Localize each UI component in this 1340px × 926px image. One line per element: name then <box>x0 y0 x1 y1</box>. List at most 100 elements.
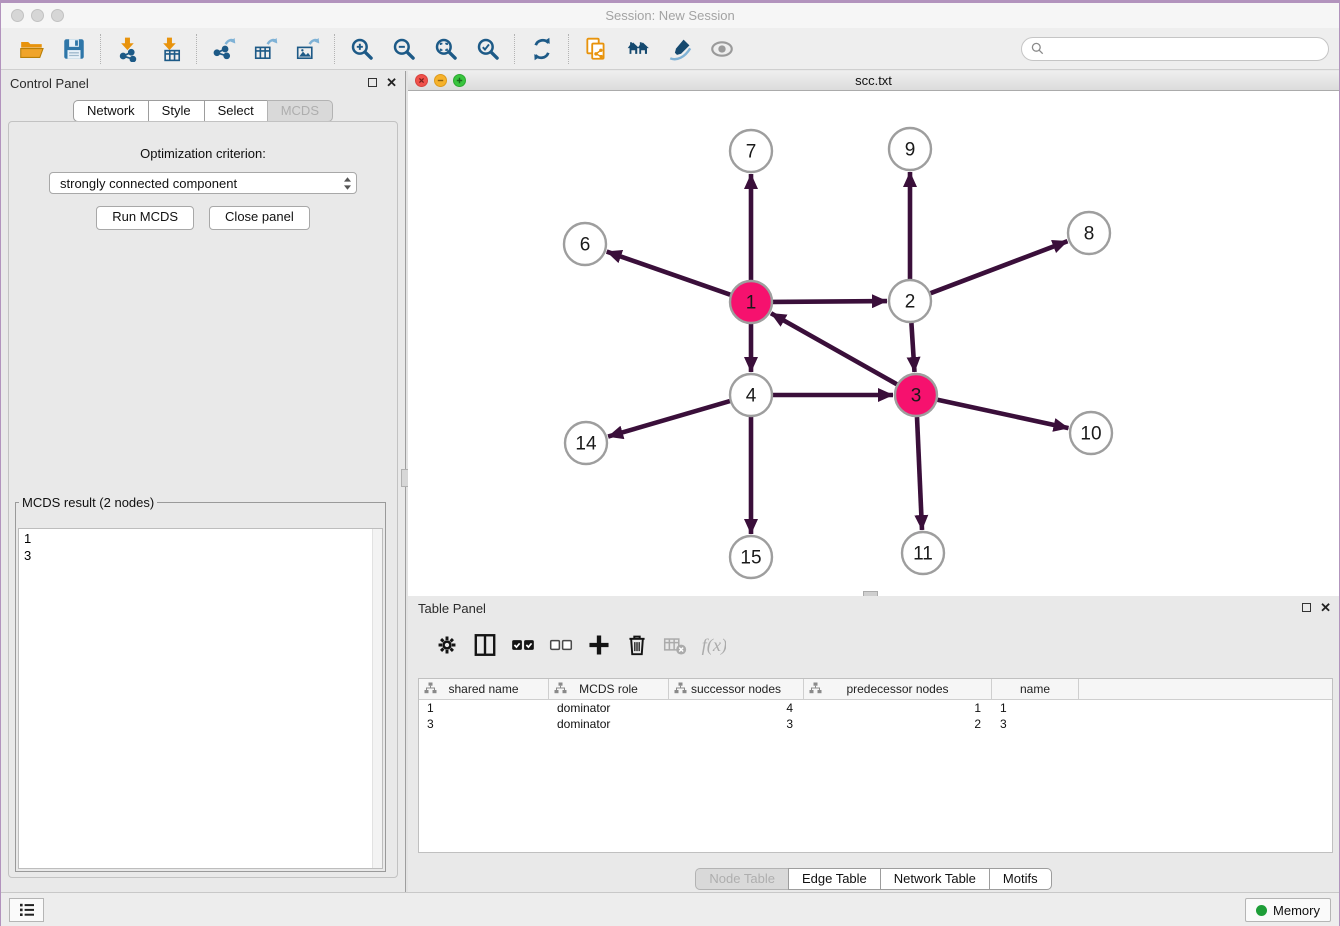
status-bar: Memory <box>1 892 1339 926</box>
edge-1-2[interactable] <box>773 301 887 302</box>
edge-3-10[interactable] <box>938 400 1069 428</box>
select-all-columns-button[interactable] <box>504 632 542 658</box>
network-window-titlebar[interactable]: scc.txt <box>408 71 1339 91</box>
cell-predecessor-nodes: 2 <box>804 716 992 732</box>
tab-edge-table[interactable]: Edge Table <box>788 868 880 890</box>
node-label-15: 15 <box>740 548 761 569</box>
tab-network[interactable]: Network <box>73 100 148 122</box>
paint-style-button[interactable] <box>659 32 701 66</box>
window-titlebar: Session: New Session <box>1 3 1339 29</box>
cell-successor-nodes: 4 <box>669 700 804 716</box>
export-table-icon <box>253 36 279 62</box>
tab-style[interactable]: Style <box>148 100 204 122</box>
unselect-all-columns-button[interactable] <box>542 632 580 658</box>
column-header-mcds-role[interactable]: MCDS role <box>549 679 669 699</box>
export-network-button[interactable] <box>203 32 245 66</box>
show-networks-button[interactable] <box>617 32 659 66</box>
tab-node-table[interactable]: Node Table <box>695 868 788 890</box>
select-all-columns-icon <box>510 632 536 658</box>
table-row[interactable]: 3dominator323 <box>419 716 1332 732</box>
mcds-result-title: MCDS result (2 nodes) <box>19 495 157 510</box>
node-label-9: 9 <box>905 140 916 161</box>
node-label-14: 14 <box>575 434 597 455</box>
export-image-icon <box>295 36 321 62</box>
node-label-10: 10 <box>1080 424 1101 445</box>
table-row[interactable]: 1dominator411 <box>419 700 1332 716</box>
column-header-successor-nodes[interactable]: successor nodes <box>669 679 804 699</box>
delete-columns-button[interactable] <box>618 632 656 658</box>
mcds-result-line: 3 <box>24 547 382 564</box>
optimization-criterion-select[interactable]: strongly connected component <box>49 172 357 194</box>
mcds-result-list[interactable]: 13 <box>18 528 383 869</box>
node-label-7: 7 <box>746 142 757 163</box>
zoom-fit-button[interactable] <box>425 32 467 66</box>
close-panel-button[interactable]: Close panel <box>209 206 310 230</box>
cell-shared-name: 3 <box>419 716 549 732</box>
mcds-result-line: 1 <box>24 530 382 547</box>
zoom-fit-icon <box>433 36 459 62</box>
float-panel-icon[interactable] <box>368 78 377 87</box>
zoom-out-button[interactable] <box>383 32 425 66</box>
edge-3-11[interactable] <box>917 417 922 530</box>
edge-1-6[interactable] <box>607 252 731 295</box>
search-icon <box>1031 42 1044 55</box>
column-header-shared-name[interactable]: shared name <box>419 679 549 699</box>
import-network-icon <box>115 36 141 62</box>
column-label: predecessor nodes <box>846 682 948 696</box>
memory-label: Memory <box>1273 903 1320 918</box>
tab-network-table[interactable]: Network Table <box>880 868 989 890</box>
export-table-button[interactable] <box>245 32 287 66</box>
tab-motifs[interactable]: Motifs <box>989 868 1052 890</box>
node-label-6: 6 <box>580 235 591 256</box>
search-input[interactable] <box>1050 41 1319 57</box>
function-builder-button: f(x) <box>694 632 732 658</box>
clone-network-button[interactable] <box>575 32 617 66</box>
zoom-in-button[interactable] <box>341 32 383 66</box>
export-image-button[interactable] <box>287 32 329 66</box>
search-box[interactable] <box>1021 37 1329 61</box>
control-panel-header: Control Panel ✕ <box>1 71 405 97</box>
network-canvas[interactable]: 1234678910111415 <box>408 91 1339 596</box>
table-panel: Table Panel ✕ f(x) shared nameMCDS roles… <box>408 596 1339 893</box>
tab-select[interactable]: Select <box>204 100 267 122</box>
close-panel-icon[interactable]: ✕ <box>386 77 397 88</box>
column-label: successor nodes <box>691 682 781 696</box>
tab-mcds[interactable]: MCDS <box>267 100 333 122</box>
main-toolbar <box>1 28 1339 70</box>
zoom-selected-button[interactable] <box>467 32 509 66</box>
hide-details-icon <box>709 36 735 62</box>
cell-name: 1 <box>992 700 1079 716</box>
edge-3-1[interactable] <box>771 313 897 384</box>
node-label-8: 8 <box>1084 224 1095 245</box>
edge-4-14[interactable] <box>608 401 730 437</box>
table-settings-button[interactable] <box>428 632 466 658</box>
edge-2-8[interactable] <box>931 241 1068 293</box>
result-scrollbar[interactable] <box>372 529 382 868</box>
node-table: shared nameMCDS role successor nodes prede… <box>418 678 1333 853</box>
toolbar-separator <box>514 34 516 64</box>
apply-layout-button[interactable] <box>521 32 563 66</box>
edge-2-3[interactable] <box>911 323 914 372</box>
save-session-button[interactable] <box>53 32 95 66</box>
float-table-panel-icon[interactable] <box>1302 603 1311 612</box>
function-builder-icon: f(x) <box>700 632 726 658</box>
task-history-button[interactable] <box>9 898 44 922</box>
column-header-name[interactable]: name <box>992 679 1079 699</box>
close-table-panel-icon[interactable]: ✕ <box>1320 602 1331 613</box>
table-tabs: Node TableEdge TableNetwork TableMotifs <box>408 868 1339 890</box>
node-label-2: 2 <box>905 292 916 313</box>
import-table-button[interactable] <box>149 32 191 66</box>
split-table-button[interactable] <box>466 632 504 658</box>
selected-criterion: strongly connected component <box>60 176 343 191</box>
zoom-selected-icon <box>475 36 501 62</box>
memory-button[interactable]: Memory <box>1245 898 1331 922</box>
add-column-button[interactable] <box>580 632 618 658</box>
column-header-predecessor-nodes[interactable]: predecessor nodes <box>804 679 992 699</box>
import-network-button[interactable] <box>107 32 149 66</box>
add-column-icon <box>586 632 612 658</box>
run-mcds-button[interactable]: Run MCDS <box>96 206 194 230</box>
cell-shared-name: 1 <box>419 700 549 716</box>
graph-svg: 1234678910111415 <box>408 91 1340 596</box>
table-body: 1dominator4113dominator323 <box>419 700 1332 732</box>
open-session-button[interactable] <box>11 32 53 66</box>
